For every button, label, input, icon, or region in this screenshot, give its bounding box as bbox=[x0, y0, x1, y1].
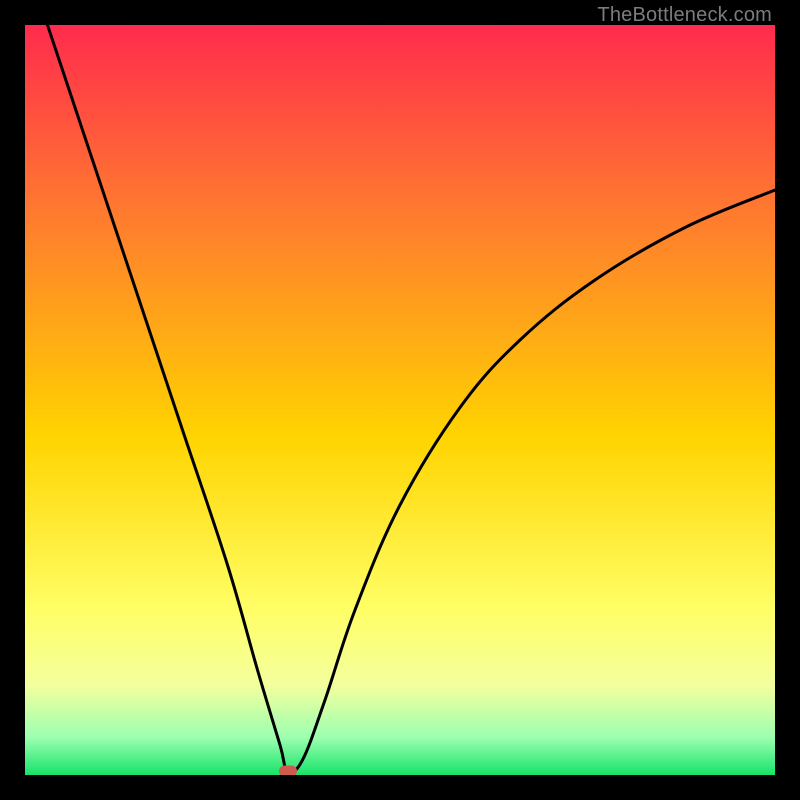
plot-area bbox=[25, 25, 775, 775]
optimal-marker bbox=[279, 766, 297, 775]
chart-frame: TheBottleneck.com bbox=[0, 0, 800, 800]
bottleneck-curve bbox=[48, 25, 776, 772]
watermark-text: TheBottleneck.com bbox=[597, 4, 772, 27]
curve-layer bbox=[25, 25, 775, 775]
